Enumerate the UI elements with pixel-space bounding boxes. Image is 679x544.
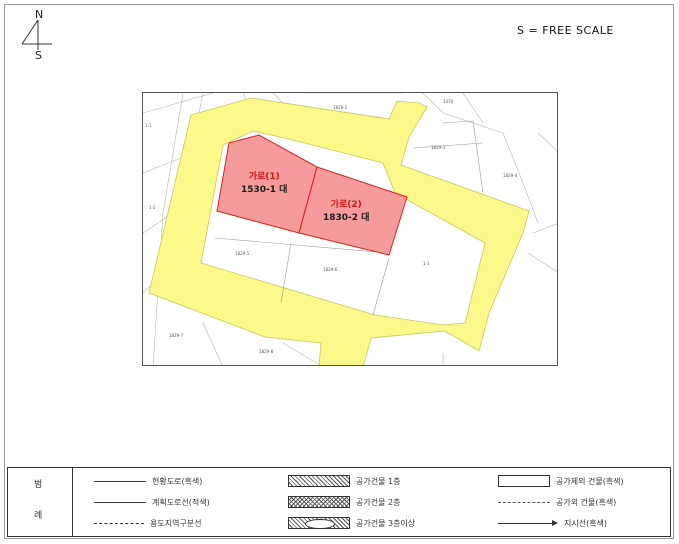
legend-item: 공가건물 3층이상 bbox=[288, 516, 415, 530]
solid-line-symbol bbox=[94, 501, 146, 503]
hatch-symbol bbox=[288, 475, 350, 487]
legend-item: 공가제외 건물(흑색) bbox=[498, 474, 624, 488]
legend-panel: 범 례 현황도로(흑색) 공가건물 1층 공가제외 건물(흑색) 계획도로선(적… bbox=[7, 467, 671, 537]
north-arrow: N S bbox=[18, 8, 58, 62]
dashed-line-symbol bbox=[498, 501, 550, 503]
lot-label-2: 가로(2) 1830-2 대 bbox=[323, 197, 369, 223]
crosshatch-symbol bbox=[288, 496, 350, 508]
legend-heading: 범 례 bbox=[8, 468, 73, 536]
legend-item: 공가건물 1층 bbox=[288, 474, 400, 488]
north-arrow-icon bbox=[21, 20, 52, 50]
oval-hatch-symbol bbox=[288, 517, 350, 529]
legend-item: 공가건물 2층 bbox=[288, 495, 400, 509]
arrow-symbol bbox=[498, 519, 558, 527]
lot-label-1: 가로(1) 1530-1 대 bbox=[241, 169, 287, 195]
legend-heading-bottom: 례 bbox=[34, 511, 43, 521]
legend-heading-top: 범 bbox=[34, 480, 43, 490]
lot-number-2: 1830-2 대 bbox=[323, 213, 370, 223]
scale-label: S = FREE SCALE bbox=[517, 24, 614, 37]
lot-number-1: 1530-1 대 bbox=[241, 185, 288, 195]
legend-item: 현황도로(흑색) bbox=[94, 474, 202, 488]
legend-item: 계획도로선(적색) bbox=[94, 495, 210, 509]
solid-line-symbol bbox=[94, 480, 146, 482]
box-symbol bbox=[498, 475, 550, 487]
lot-title-2: 가로(2) bbox=[330, 200, 362, 210]
dashdot-line-symbol bbox=[94, 522, 144, 524]
lot-title-1: 가로(1) bbox=[248, 172, 280, 182]
legend-item: 공가외 건물(흑색) bbox=[498, 495, 616, 509]
south-label: S bbox=[35, 49, 42, 62]
map-drawing bbox=[143, 93, 557, 365]
legend-item: 용도지역구분선 bbox=[94, 516, 202, 530]
legend-item: 지시선(흑색) bbox=[498, 516, 607, 530]
cadastral-map: 1829-2 1479 1-1 1829-3 1829-4 1-2 1829-5… bbox=[142, 92, 558, 366]
